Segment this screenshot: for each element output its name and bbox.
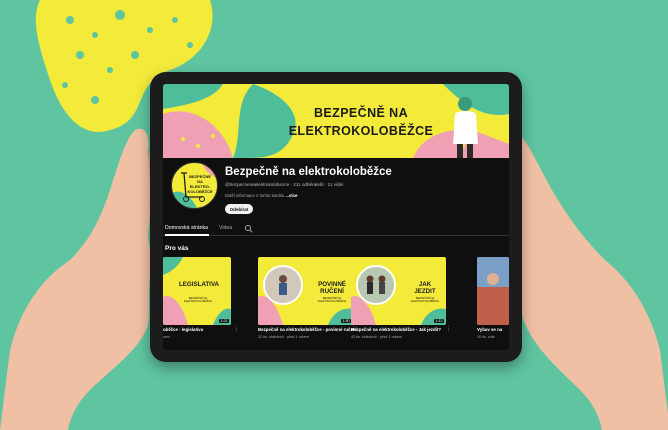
search-icon[interactable] <box>244 224 253 233</box>
video-duration: 1:12 <box>434 319 444 323</box>
person-image <box>265 267 301 303</box>
avatar-line4: KOLOBĚŽCE <box>187 189 213 194</box>
video-meta: 10 tis. zhlé <box>477 335 495 339</box>
video-thumbnail[interactable]: JAK JEZDIT BEZPEČNĚ NA ELEKTROKOLOBĚŽCE … <box>351 257 446 325</box>
channel-tabs: Domovská stránka Videa <box>163 223 509 236</box>
video-title[interactable]: Bezpečně na elektrokoloběžce - povinné r… <box>258 327 357 332</box>
people-image <box>358 267 394 303</box>
more-options-icon[interactable]: ⋮ <box>446 326 451 332</box>
video-card[interactable]: POVINNÉ RUČENÍ BEZPEČNĚ NA ELEKTROKOLOBĚ… <box>258 257 357 339</box>
subscribe-button[interactable]: Odebírat <box>225 204 253 214</box>
video-thumbnail[interactable]: LEGISLATIVA BEZPEČNĚ NA ELEKTROKOLOBĚŽCE… <box>163 257 231 325</box>
thumbnail-subtitle: BEZPEČNĚ NA ELEKTROKOLOBĚŽCE <box>184 297 212 303</box>
thumbnail-title: JAK JEZDIT <box>414 281 436 295</box>
thumbnail-photo <box>356 265 396 305</box>
channel-name: Bezpečně na elektrokoloběžce <box>225 166 392 178</box>
section-title: Pro vás <box>165 245 189 252</box>
youtube-channel-screen: BEZPEČNĚ NA ELEKTROKOLOBĚŽCE BEZPEČNĚ NA… <box>163 84 509 350</box>
active-tab-indicator <box>165 234 209 236</box>
video-thumbnail[interactable] <box>477 257 509 325</box>
video-meta: zení <box>163 335 170 339</box>
more-options-icon[interactable]: ⋮ <box>234 326 239 332</box>
thumbnail-title: LEGISLATIVA <box>179 281 219 288</box>
channel-meta: @bezpecnenaelektrokolobezce · 211 odběra… <box>225 182 344 187</box>
thumbnail-art <box>477 257 509 325</box>
video-card[interactable]: Vybav se na 10 tis. zhlé <box>477 257 509 339</box>
description-more-link[interactable]: ...více <box>285 193 297 198</box>
avatar-text: BEZPEČNĚ NA ELEKTRO- KOLOBĚŽCE <box>187 174 213 194</box>
banner-title-line2: ELEKTROKOLOBĚŽCE <box>288 124 434 138</box>
video-title[interactable]: Bezpečně na elektrokoloběžce - Jak jezdi… <box>351 327 441 332</box>
video-duration: 1:21 <box>219 319 229 323</box>
tablet-device: BEZPEČNĚ NA ELEKTROKOLOBĚŽCE BEZPEČNĚ NA… <box>150 72 522 362</box>
video-thumbnail[interactable]: POVINNÉ RUČENÍ BEZPEČNĚ NA ELEKTROKOLOBĚ… <box>258 257 353 325</box>
banner-title: BEZPEČNĚ NA ELEKTROKOLOBĚŽCE <box>276 104 446 140</box>
video-card[interactable]: JAK JEZDIT BEZPEČNĚ NA ELEKTROKOLOBĚŽCE … <box>351 257 451 339</box>
channel-avatar[interactable]: BEZPEČNĚ NA ELEKTRO- KOLOBĚŽCE <box>171 162 218 209</box>
thumbnail-title: POVINNÉ RUČENÍ <box>318 281 346 295</box>
thumbnail-art <box>163 257 231 325</box>
video-meta: 42 tis. zhlédnutí · před 1 rokem <box>351 335 402 339</box>
video-duration: 1:30 <box>341 319 351 323</box>
tab-videos[interactable]: Videa <box>219 225 232 231</box>
channel-banner: BEZPEČNĚ NA ELEKTROKOLOBĚŽCE <box>163 84 509 158</box>
banner-title-line1: BEZPEČNĚ NA <box>314 106 408 120</box>
channel-description[interactable]: Další informace o tomto kanálu ...více <box>225 193 297 198</box>
video-title[interactable]: oběžce - legislativa <box>163 327 243 332</box>
thumbnail-subtitle: BEZPEČNĚ NA ELEKTROKOLOBĚŽCE <box>318 297 346 303</box>
tab-home[interactable]: Domovská stránka <box>165 225 208 231</box>
thumbnail-photo <box>263 265 303 305</box>
video-meta: 32 tis. zhlédnutí · před 1 rokem <box>258 335 309 339</box>
video-title[interactable]: Vybav se na <box>477 327 509 332</box>
thumbnail-subtitle: BEZPEČNĚ NA ELEKTROKOLOBĚŽCE <box>411 297 439 303</box>
video-card[interactable]: LEGISLATIVA BEZPEČNĚ NA ELEKTROKOLOBĚŽCE… <box>163 257 239 339</box>
description-text: Další informace o tomto kanálu <box>225 193 285 198</box>
